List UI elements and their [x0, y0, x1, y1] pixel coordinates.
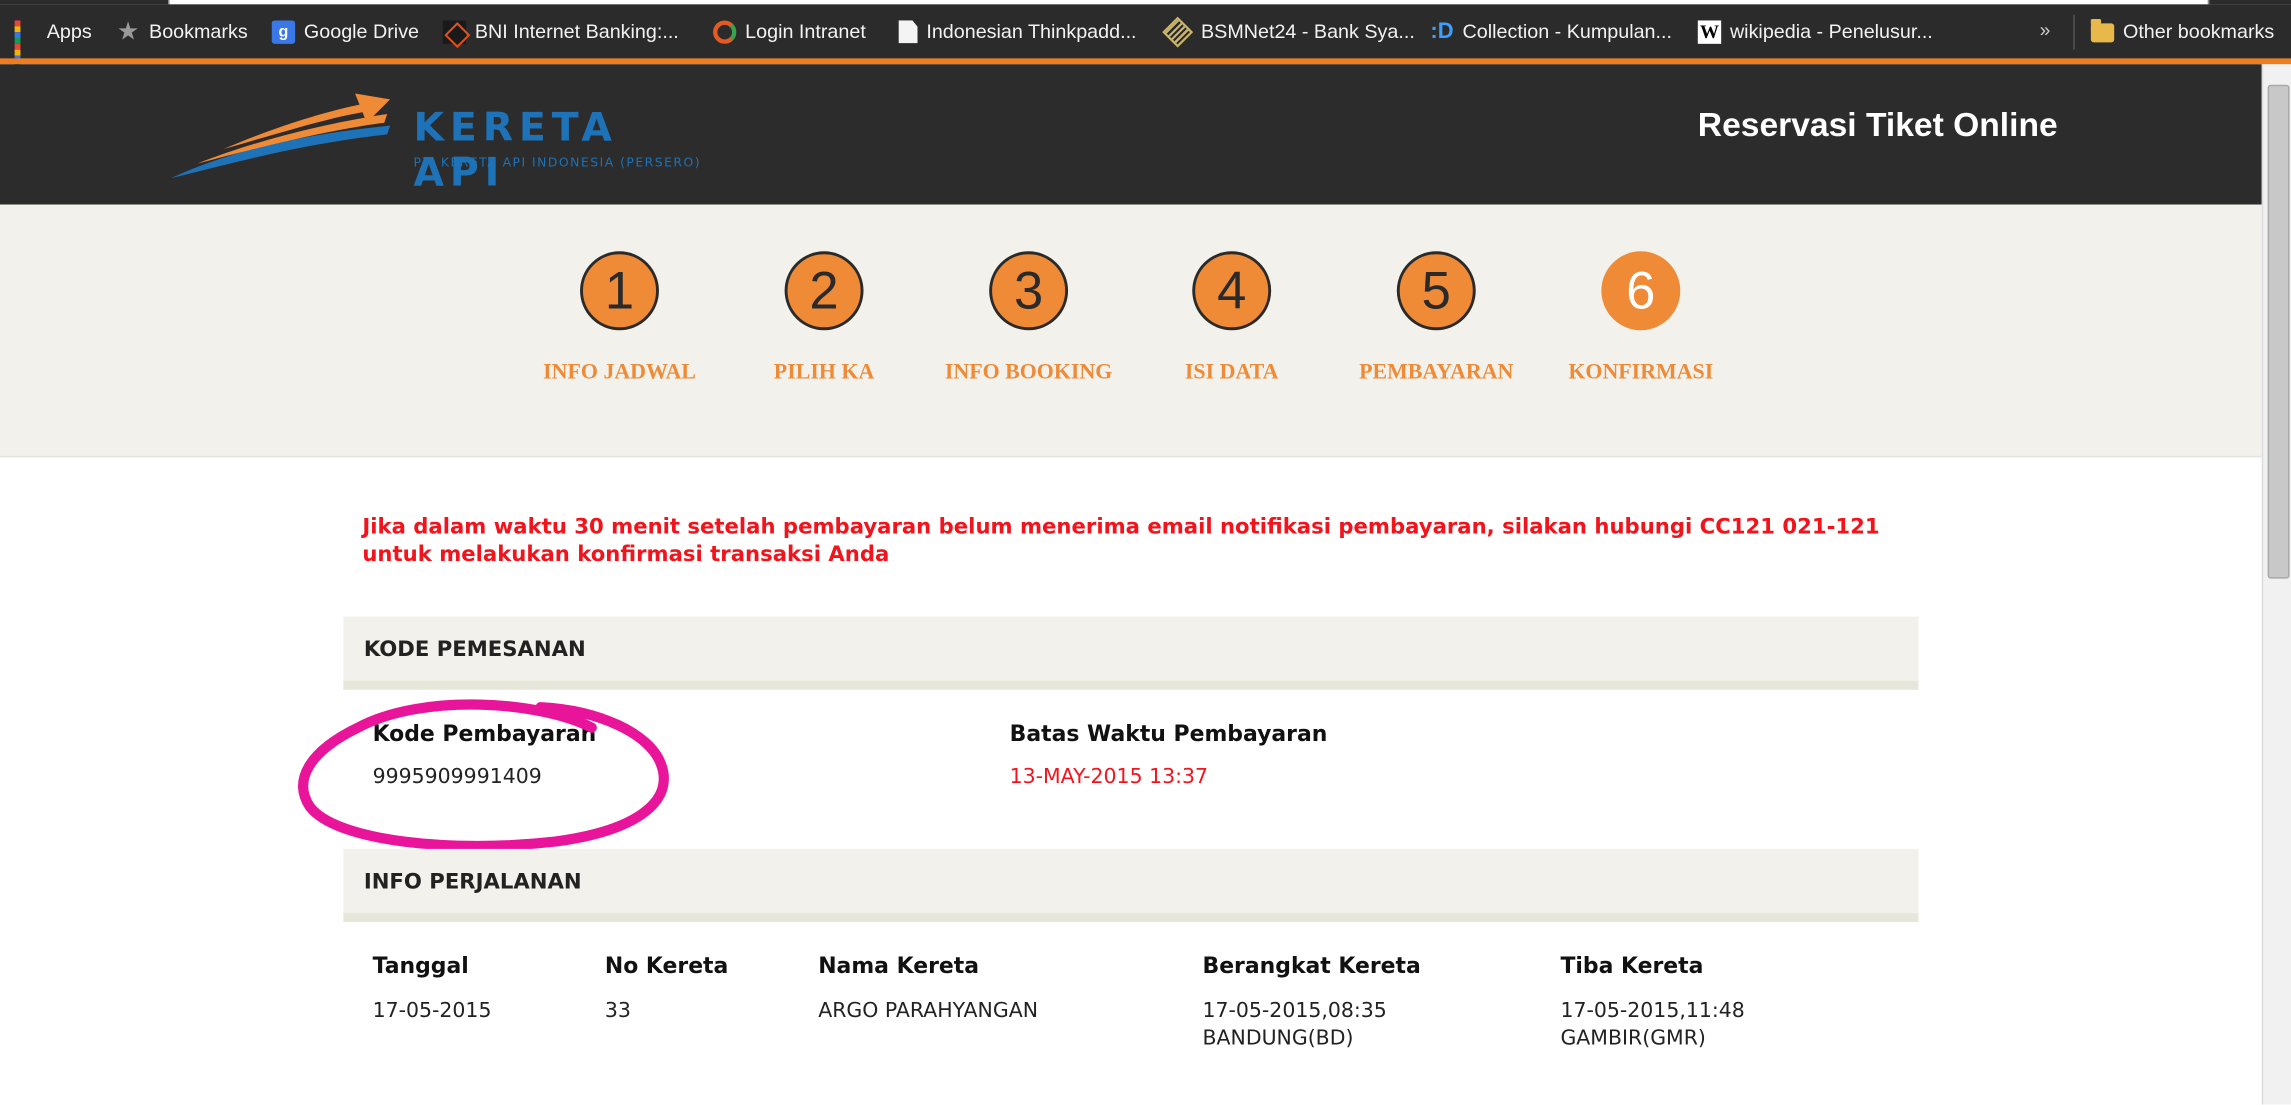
cell-berangkat-time: 17-05-2015,08:35 [1202, 999, 1387, 1023]
step-number: 4 [1192, 251, 1272, 331]
step-label: INFO BOOKING [944, 360, 1113, 385]
site-title: Reservasi Tiket Online [1697, 105, 2058, 144]
batas-waktu-label: Batas Waktu Pembayaran [1009, 720, 1328, 747]
step-pilih-ka[interactable]: 2 PILIH KA [707, 251, 941, 385]
kereta-api-logo[interactable]: KERETA API PT. KERETA API INDONESIA (PER… [168, 91, 723, 196]
logo-wordmark: KERETA API [413, 105, 618, 196]
bookmark-bookmarks[interactable]: ★ Bookmarks [117, 4, 248, 58]
section-title: KODE PEMESANAN [363, 638, 586, 662]
section-title: INFO PERJALANAN [363, 870, 582, 895]
collection-icon: :D [1430, 18, 1454, 44]
col-header-tiba: Tiba Kereta [1560, 952, 1704, 979]
logo-swoosh-icon [170, 93, 391, 179]
section-info-perjalanan: INFO PERJALANAN [343, 848, 1919, 922]
bookmarks-bar: Apps ★ Bookmarks g Google Drive BNI Inte… [0, 4, 2291, 73]
google-icon: g [271, 19, 296, 44]
star-icon: ★ [116, 16, 140, 45]
bookmark-login-intranet[interactable]: Login Intranet [713, 4, 866, 58]
page-icon [898, 19, 918, 44]
logo-subtitle: PT. KERETA API INDONESIA (PERSERO) [413, 156, 702, 171]
step-pembayaran[interactable]: 5 PEMBAYARAN [1319, 251, 1553, 385]
col-header-berangkat: Berangkat Kereta [1202, 952, 1421, 979]
bsm-icon [1162, 15, 1194, 47]
login-icon [713, 19, 737, 44]
cell-nama-kereta: ARGO PARAHYANGAN [818, 999, 1039, 1023]
bookmark-bni[interactable]: BNI Internet Banking:... [442, 4, 679, 58]
other-bookmarks-label: Other bookmarks [2122, 20, 2275, 43]
col-header-nama-kereta: Nama Kereta [818, 952, 980, 979]
col-header-tanggal: Tanggal [372, 952, 469, 979]
step-number: 2 [784, 251, 864, 331]
bookmark-thinkpad[interactable]: Indonesian Thinkpadd... [898, 4, 1137, 58]
bookmark-label: Indonesian Thinkpadd... [926, 20, 1137, 43]
step-label: PILIH KA [773, 360, 875, 385]
site-header: KERETA API PT. KERETA API INDONESIA (PER… [0, 64, 2262, 205]
page: Apps ★ Bookmarks g Google Drive BNI Inte… [0, 0, 2291, 1105]
bookmark-google-drive[interactable]: g Google Drive [271, 4, 420, 58]
cell-no-kereta: 33 [604, 999, 631, 1023]
step-info-booking[interactable]: 3 INFO BOOKING [912, 251, 1146, 385]
bookmarks-divider [2073, 14, 2075, 50]
bookmark-label: Collection - Kumpulan... [1462, 20, 1672, 43]
folder-icon [2090, 18, 2115, 42]
step-label: ISI DATA [1184, 360, 1279, 385]
step-number: 3 [989, 251, 1069, 331]
other-bookmarks[interactable]: Other bookmarks [2090, 4, 2275, 58]
bookmark-bsmnet[interactable]: BSMNet24 - Bank Sya... [1162, 4, 1415, 58]
step-label: INFO JADWAL [543, 360, 696, 385]
bookmark-apps[interactable]: Apps [14, 4, 92, 73]
bni-icon [442, 19, 467, 44]
wikipedia-icon: W [1697, 19, 1722, 44]
cell-berangkat-station: BANDUNG(BD) [1202, 1027, 1354, 1051]
bookmark-label: BSMNet24 - Bank Sya... [1201, 20, 1415, 43]
step-number: 5 [1396, 251, 1476, 331]
bookmark-label: Login Intranet [745, 20, 866, 43]
step-number: 1 [580, 251, 659, 331]
cell-tanggal: 17-05-2015 [372, 999, 492, 1023]
bookmark-label: Google Drive [303, 20, 420, 43]
bookmark-label: Apps [46, 20, 92, 43]
kode-pembayaran-value: 9995909991409 [372, 765, 542, 789]
bookmark-label: BNI Internet Banking:... [474, 20, 679, 43]
payment-notice: Jika dalam waktu 30 menit setelah pembay… [362, 515, 1880, 567]
section-kode-pemesanan: KODE PEMESANAN [343, 616, 1919, 690]
bookmark-label: Bookmarks [149, 20, 248, 43]
step-number: 6 [1601, 251, 1681, 331]
col-header-no-kereta: No Kereta [604, 952, 729, 979]
bookmark-label: wikipedia - Penelusur... [1729, 20, 1933, 43]
step-label: PEMBAYARAN [1359, 360, 1514, 385]
step-info-jadwal[interactable]: 1 INFO JADWAL [503, 251, 737, 385]
cell-tiba-time: 17-05-2015,11:48 [1560, 999, 1745, 1023]
kode-pembayaran-label: Kode Pembayaran [372, 720, 597, 747]
more-bookmarks-chevron[interactable]: » [2040, 19, 2051, 41]
bookmark-wikipedia[interactable]: W wikipedia - Penelusur... [1697, 4, 1933, 58]
step-label: KONFIRMASI [1568, 360, 1714, 385]
scrollbar-thumb[interactable] [2267, 84, 2290, 579]
booking-steps: 1 INFO JADWAL 2 PILIH KA 3 INFO BOOKING … [0, 204, 2262, 458]
apps-grid-icon [14, 19, 38, 73]
step-konfirmasi[interactable]: 6 KONFIRMASI [1524, 251, 1758, 385]
step-isi-data[interactable]: 4 ISI DATA [1115, 251, 1349, 385]
cell-tiba-station: GAMBIR(GMR) [1560, 1027, 1706, 1051]
batas-waktu-value: 13-MAY-2015 13:37 [1009, 765, 1209, 789]
page-scrollbar[interactable] [2261, 64, 2291, 1105]
bookmark-collection[interactable]: :D Collection - Kumpulan... [1430, 4, 1672, 58]
